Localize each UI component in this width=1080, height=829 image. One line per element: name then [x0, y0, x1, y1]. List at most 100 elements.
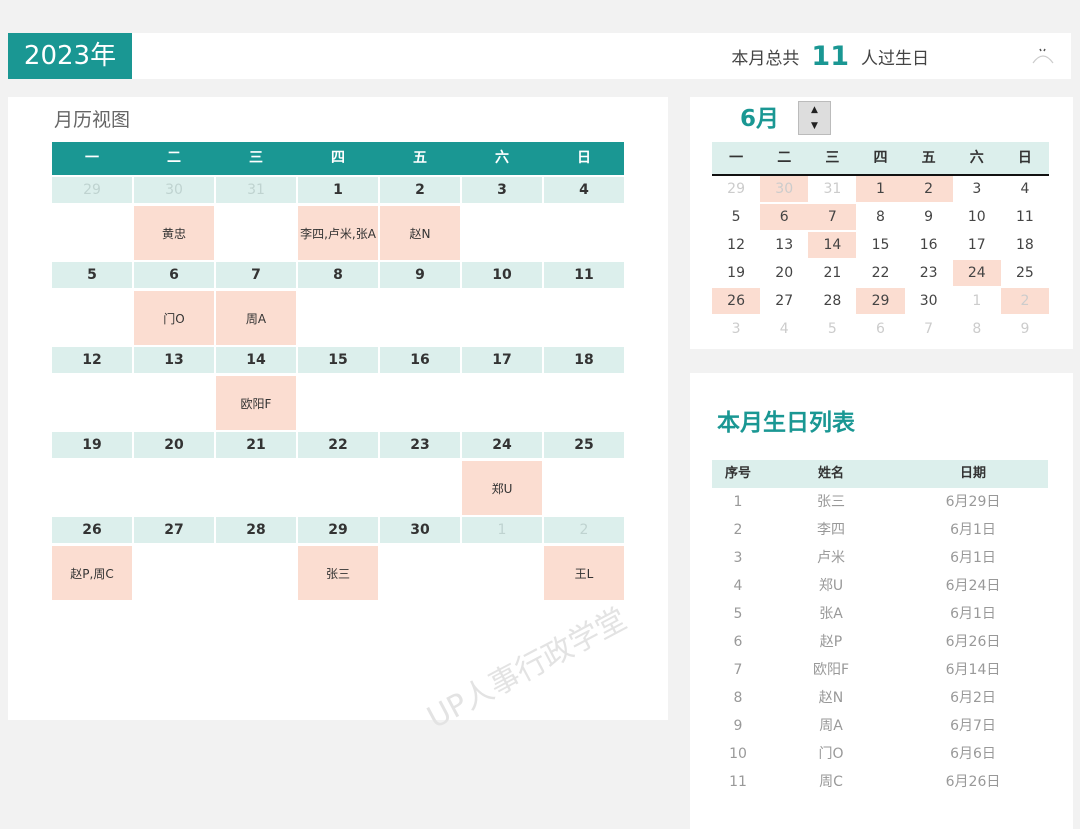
calendar-day-number[interactable]: 25 [544, 432, 624, 458]
mini-day[interactable]: 2 [1000, 288, 1049, 314]
calendar-day-number[interactable]: 20 [134, 432, 214, 458]
mini-day[interactable]: 8 [856, 204, 904, 230]
mini-day[interactable]: 1 [856, 176, 905, 202]
mini-day[interactable]: 2 [904, 176, 953, 202]
calendar-day-number[interactable]: 17 [462, 347, 542, 373]
calendar-birthday-cell[interactable] [298, 461, 378, 515]
calendar-birthday-cell[interactable]: 赵N [380, 206, 460, 260]
mini-day[interactable]: 9 [905, 204, 953, 230]
calendar-day-number[interactable]: 7 [216, 262, 296, 288]
mini-day[interactable]: 11 [1001, 204, 1049, 230]
calendar-day-number[interactable]: 27 [134, 517, 214, 543]
calendar-birthday-cell[interactable]: 门O [134, 291, 214, 345]
calendar-day-number[interactable]: 1 [462, 517, 542, 543]
calendar-birthday-cell[interactable]: 赵P,周C [52, 546, 132, 600]
mini-day[interactable]: 26 [712, 288, 761, 314]
calendar-day-number[interactable]: 10 [462, 262, 542, 288]
mini-day[interactable]: 13 [760, 232, 808, 258]
calendar-day-number[interactable]: 31 [216, 177, 296, 203]
calendar-day-number[interactable]: 1 [298, 177, 378, 203]
calendar-birthday-cell[interactable] [216, 546, 296, 600]
calendar-day-number[interactable]: 21 [216, 432, 296, 458]
calendar-birthday-cell[interactable] [134, 376, 214, 430]
mini-day[interactable]: 30 [760, 176, 809, 202]
calendar-day-number[interactable]: 2 [380, 177, 460, 203]
calendar-day-number[interactable]: 8 [298, 262, 378, 288]
mini-day[interactable]: 3 [712, 316, 760, 342]
mini-day[interactable]: 24 [952, 260, 1001, 286]
calendar-day-number[interactable]: 24 [462, 432, 542, 458]
calendar-birthday-cell[interactable]: 周A [216, 291, 296, 345]
calendar-day-number[interactable]: 14 [216, 347, 296, 373]
calendar-birthday-cell[interactable] [544, 461, 624, 515]
mini-day[interactable]: 21 [808, 260, 856, 286]
calendar-birthday-cell[interactable] [52, 376, 132, 430]
calendar-birthday-cell[interactable] [380, 291, 460, 345]
calendar-day-number[interactable]: 3 [462, 177, 542, 203]
mini-day[interactable]: 17 [953, 232, 1001, 258]
calendar-day-number[interactable]: 29 [298, 517, 378, 543]
mini-day[interactable]: 4 [1001, 176, 1049, 202]
calendar-day-number[interactable]: 19 [52, 432, 132, 458]
mini-day[interactable]: 25 [1001, 260, 1049, 286]
calendar-day-number[interactable]: 30 [134, 177, 214, 203]
calendar-birthday-cell[interactable] [380, 461, 460, 515]
calendar-birthday-cell[interactable] [544, 291, 624, 345]
mini-day[interactable]: 10 [953, 204, 1001, 230]
mini-day[interactable]: 20 [760, 260, 808, 286]
calendar-birthday-cell[interactable]: 欧阳F [216, 376, 296, 430]
calendar-birthday-cell[interactable] [462, 546, 542, 600]
spin-up-icon[interactable]: ▲ [799, 102, 830, 118]
calendar-birthday-cell[interactable] [298, 376, 378, 430]
mini-day[interactable]: 5 [808, 316, 856, 342]
mini-day[interactable]: 15 [856, 232, 904, 258]
calendar-birthday-cell[interactable]: 王L [544, 546, 624, 600]
month-spinner[interactable]: ▲ ▼ [798, 101, 831, 135]
calendar-birthday-cell[interactable] [462, 206, 542, 260]
calendar-birthday-cell[interactable] [462, 291, 542, 345]
calendar-birthday-cell[interactable] [52, 461, 132, 515]
calendar-birthday-cell[interactable]: 张三 [298, 546, 378, 600]
mini-day[interactable]: 16 [905, 232, 953, 258]
calendar-day-number[interactable]: 16 [380, 347, 460, 373]
calendar-day-number[interactable]: 29 [52, 177, 132, 203]
mini-day[interactable]: 30 [905, 288, 953, 314]
calendar-day-number[interactable]: 30 [380, 517, 460, 543]
calendar-day-number[interactable]: 6 [134, 262, 214, 288]
calendar-birthday-cell[interactable]: 黄忠 [134, 206, 214, 260]
calendar-day-number[interactable]: 11 [544, 262, 624, 288]
mini-day[interactable]: 31 [808, 176, 856, 202]
mini-day[interactable]: 12 [712, 232, 760, 258]
mini-day[interactable]: 18 [1001, 232, 1049, 258]
calendar-day-number[interactable]: 5 [52, 262, 132, 288]
calendar-day-number[interactable]: 13 [134, 347, 214, 373]
mini-day[interactable]: 9 [1001, 316, 1049, 342]
mini-day[interactable]: 6 [856, 316, 904, 342]
mini-day[interactable]: 14 [808, 232, 857, 258]
calendar-birthday-cell[interactable]: 郑U [462, 461, 542, 515]
year-label[interactable]: 2023年 [8, 33, 132, 79]
calendar-birthday-cell[interactable]: 李四,卢米,张A [298, 206, 378, 260]
calendar-day-number[interactable]: 4 [544, 177, 624, 203]
calendar-birthday-cell[interactable] [462, 376, 542, 430]
spin-down-icon[interactable]: ▼ [799, 118, 830, 134]
calendar-birthday-cell[interactable] [216, 461, 296, 515]
calendar-birthday-cell[interactable] [52, 206, 132, 260]
mini-day[interactable]: 1 [953, 288, 1001, 314]
mini-day[interactable]: 7 [905, 316, 953, 342]
calendar-birthday-cell[interactable] [134, 546, 214, 600]
mini-day[interactable]: 3 [953, 176, 1001, 202]
calendar-birthday-cell[interactable] [52, 291, 132, 345]
mini-day[interactable]: 19 [712, 260, 760, 286]
mini-day[interactable]: 27 [760, 288, 808, 314]
calendar-day-number[interactable]: 9 [380, 262, 460, 288]
mini-day[interactable]: 29 [712, 176, 760, 202]
mini-day[interactable]: 28 [808, 288, 856, 314]
mini-day[interactable]: 6 [760, 204, 809, 230]
calendar-birthday-cell[interactable] [298, 291, 378, 345]
calendar-day-number[interactable]: 15 [298, 347, 378, 373]
mini-day[interactable]: 23 [905, 260, 953, 286]
mini-day[interactable]: 29 [856, 288, 905, 314]
calendar-day-number[interactable]: 28 [216, 517, 296, 543]
mini-day[interactable]: 7 [808, 204, 857, 230]
